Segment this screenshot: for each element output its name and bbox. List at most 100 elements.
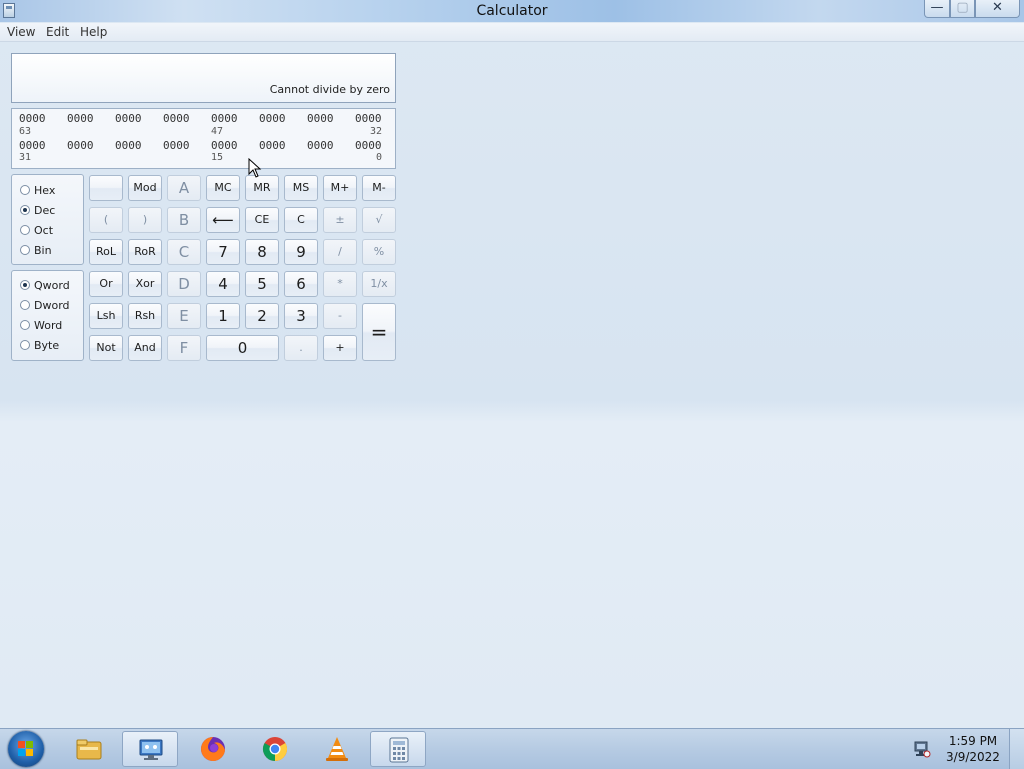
bit-group[interactable]: 0000 xyxy=(67,112,94,125)
radio-hex[interactable]: Hex xyxy=(20,184,55,197)
result-display: Cannot divide by zero xyxy=(11,53,396,103)
bit-group[interactable]: 0000 xyxy=(115,139,142,152)
bit-group[interactable]: 0000 xyxy=(259,112,286,125)
radio-label: Hex xyxy=(34,184,56,197)
radio-bin[interactable]: Bin xyxy=(20,244,52,257)
radio-circle-icon xyxy=(20,320,30,330)
bit-group[interactable]: 0000 xyxy=(163,112,190,125)
taskbar-calculator[interactable] xyxy=(370,731,426,767)
title-bar[interactable]: Calculator — ▢ ✕ xyxy=(0,0,1024,22)
close-paren-key[interactable]: ) xyxy=(128,207,162,233)
show-desktop-button[interactable] xyxy=(1009,729,1024,769)
radio-label: Byte xyxy=(34,339,60,352)
right-shift-key[interactable]: Rsh xyxy=(128,303,162,329)
or-key[interactable]: Or xyxy=(89,271,123,297)
reciprocal-key[interactable]: 1/x xyxy=(362,271,396,297)
bit-group[interactable]: 0000 xyxy=(355,112,382,125)
bit-group[interactable]: 0000 xyxy=(259,139,286,152)
radio-oct[interactable]: Oct xyxy=(20,224,53,237)
calculator-icon xyxy=(389,737,409,763)
bit-group[interactable]: 0000 xyxy=(163,139,190,152)
bit-group[interactable]: 0000 xyxy=(307,139,334,152)
radio-circle-icon xyxy=(20,225,30,235)
blank-key[interactable] xyxy=(89,175,123,201)
radio-dec[interactable]: Dec xyxy=(20,204,55,217)
digit-2-key[interactable]: 2 xyxy=(245,303,279,329)
bit-group[interactable]: 0000 xyxy=(67,139,94,152)
digit-1-key[interactable]: 1 xyxy=(206,303,240,329)
menu-view[interactable]: View xyxy=(7,25,35,39)
start-button[interactable] xyxy=(8,731,44,767)
open-paren-key[interactable]: ( xyxy=(89,207,123,233)
hex-a-key[interactable]: A xyxy=(167,175,201,201)
bit-group[interactable]: 0000 xyxy=(355,139,382,152)
radio-selected-icon xyxy=(20,280,30,290)
bit-group[interactable]: 0000 xyxy=(307,112,334,125)
digit-0-key[interactable]: 0 xyxy=(206,335,279,361)
hex-f-key[interactable]: F xyxy=(167,335,201,361)
multiply-key[interactable]: * xyxy=(323,271,357,297)
hex-d-key[interactable]: D xyxy=(167,271,201,297)
menu-edit[interactable]: Edit xyxy=(46,25,69,39)
taskbar-vlc[interactable] xyxy=(309,731,365,767)
radio-label: Qword xyxy=(34,279,70,292)
system-clock[interactable]: 1:59 PM 3/9/2022 xyxy=(944,733,1002,765)
mod-key[interactable]: Mod xyxy=(128,175,162,201)
memory-add-key[interactable]: M+ xyxy=(323,175,357,201)
xor-key[interactable]: Xor xyxy=(128,271,162,297)
radix-group: Hex Dec Oct Bin xyxy=(11,174,84,265)
minimize-button[interactable]: — xyxy=(924,0,950,18)
digit-5-key[interactable]: 5 xyxy=(245,271,279,297)
left-shift-key[interactable]: Lsh xyxy=(89,303,123,329)
radio-label: Dec xyxy=(34,204,56,217)
close-button[interactable]: ✕ xyxy=(975,0,1020,18)
bit-group[interactable]: 0000 xyxy=(115,112,142,125)
bit-group[interactable]: 0000 xyxy=(19,139,46,152)
sqrt-key[interactable]: √ xyxy=(362,207,396,233)
add-key[interactable]: + xyxy=(323,335,357,361)
memory-clear-key[interactable]: MC xyxy=(206,175,240,201)
hex-c-key[interactable]: C xyxy=(167,239,201,265)
not-key[interactable]: Not xyxy=(89,335,123,361)
network-tray-icon[interactable] xyxy=(913,740,931,758)
bit-group[interactable]: 0000 xyxy=(211,112,238,125)
menu-help[interactable]: Help xyxy=(80,25,107,39)
hex-b-key[interactable]: B xyxy=(167,207,201,233)
memory-subtract-key[interactable]: M- xyxy=(362,175,396,201)
bit-group[interactable]: 0000 xyxy=(19,112,46,125)
negate-key[interactable]: ± xyxy=(323,207,357,233)
equals-key[interactable]: = xyxy=(362,303,396,361)
bit-group[interactable]: 0000 xyxy=(211,139,238,152)
digit-9-key[interactable]: 9 xyxy=(284,239,318,265)
backspace-key[interactable]: ⟵ xyxy=(206,207,240,233)
monitor-network-icon xyxy=(139,739,163,760)
digit-3-key[interactable]: 3 xyxy=(284,303,318,329)
taskbar-file-explorer[interactable] xyxy=(61,731,117,767)
rotate-right-key[interactable]: RoR xyxy=(128,239,162,265)
radio-circle-icon xyxy=(20,185,30,195)
digit-7-key[interactable]: 7 xyxy=(206,239,240,265)
rotate-left-key[interactable]: RoL xyxy=(89,239,123,265)
digit-4-key[interactable]: 4 xyxy=(206,271,240,297)
clear-key[interactable]: C xyxy=(284,207,318,233)
decimal-key[interactable]: . xyxy=(284,335,318,361)
radio-byte[interactable]: Byte xyxy=(20,339,59,352)
radio-qword[interactable]: Qword xyxy=(20,279,70,292)
subtract-key[interactable]: - xyxy=(323,303,357,329)
memory-store-key[interactable]: MS xyxy=(284,175,318,201)
radio-dword[interactable]: Dword xyxy=(20,299,70,312)
hex-e-key[interactable]: E xyxy=(167,303,201,329)
and-key[interactable]: And xyxy=(128,335,162,361)
radio-word[interactable]: Word xyxy=(20,319,62,332)
divide-key[interactable]: / xyxy=(323,239,357,265)
memory-recall-key[interactable]: MR xyxy=(245,175,279,201)
taskbar-firefox[interactable] xyxy=(185,731,241,767)
taskbar-chrome[interactable] xyxy=(247,731,303,767)
clear-entry-key[interactable]: CE xyxy=(245,207,279,233)
windows-logo-icon xyxy=(18,741,34,757)
taskbar-network-tool[interactable] xyxy=(122,731,178,767)
maximize-button[interactable]: ▢ xyxy=(950,0,975,18)
digit-8-key[interactable]: 8 xyxy=(245,239,279,265)
digit-6-key[interactable]: 6 xyxy=(284,271,318,297)
percent-key[interactable]: % xyxy=(362,239,396,265)
